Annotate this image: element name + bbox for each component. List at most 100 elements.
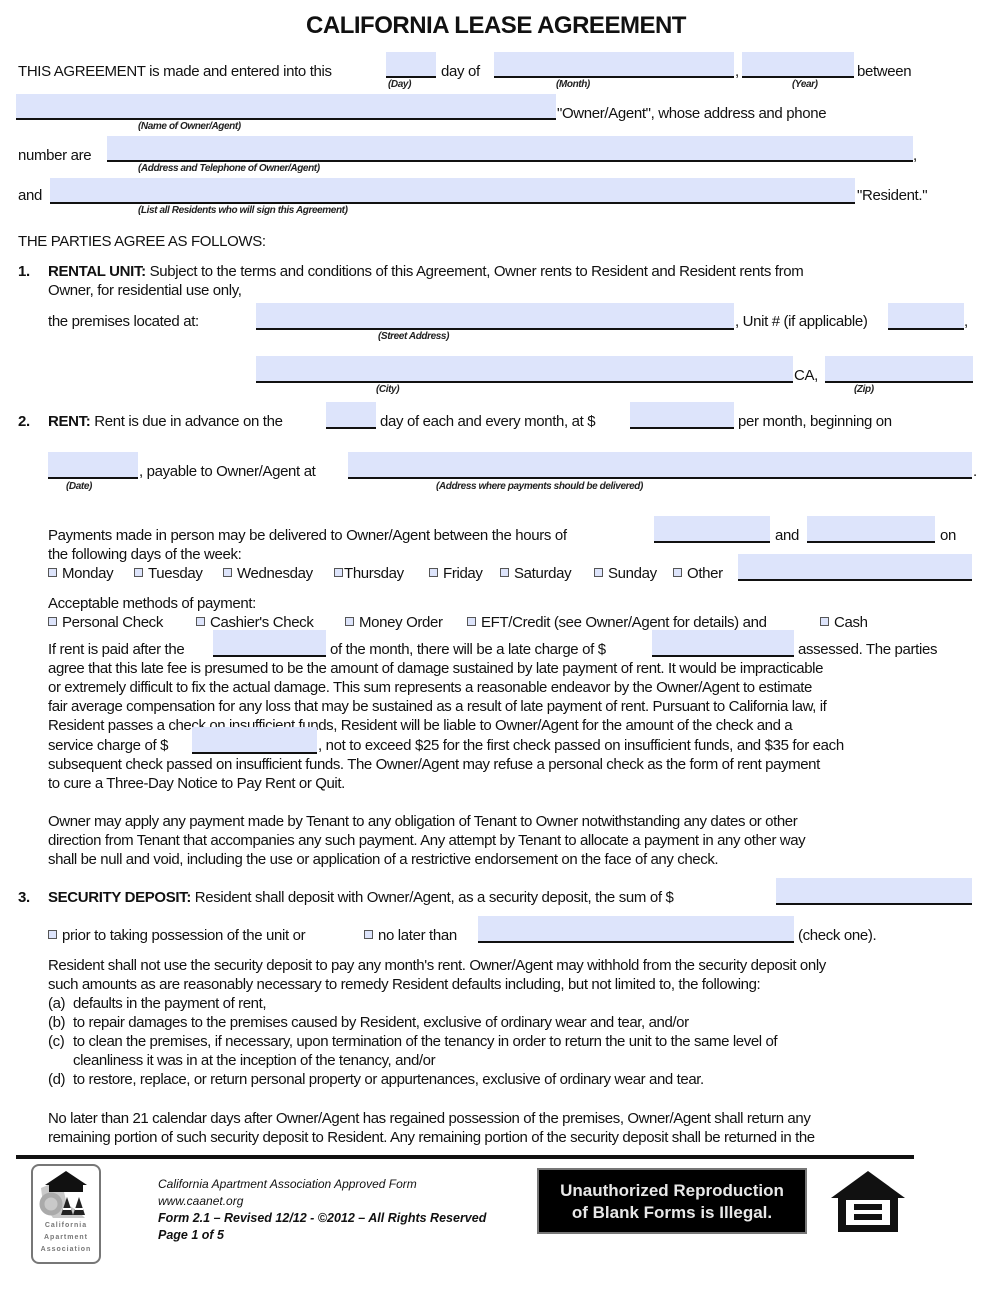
list-item-text: to clean the premises, if necessary, upo… — [73, 1033, 778, 1050]
checkbox-icon[interactable] — [48, 930, 57, 939]
other-days-field[interactable] — [738, 554, 972, 581]
zip-field[interactable] — [825, 356, 973, 383]
hours-text: Payments made in person may be delivered… — [48, 527, 567, 544]
checkbox-icon[interactable] — [48, 568, 57, 577]
period-text: . — [973, 463, 977, 480]
late-text: assessed. The parties — [798, 641, 938, 658]
field-caption: (Zip) — [854, 384, 874, 395]
list-item: (d) to restore, replace, or return person… — [48, 1070, 777, 1089]
field-caption: (List all Residents who will sign this A… — [138, 205, 348, 216]
intro-text: number are — [18, 147, 92, 164]
comma-text: , — [913, 147, 917, 164]
checkbox-wednesday[interactable]: Wednesday — [223, 564, 313, 583]
checkbox-money-order[interactable]: Money Order — [345, 613, 443, 632]
paragraph-line: or extremely difficult to fix the actual… — [48, 679, 812, 696]
month-field[interactable] — [494, 52, 734, 78]
paragraph-line: to cure a Three-Day Notice to Pay Rent o… — [48, 775, 345, 792]
checkbox-label: Saturday — [514, 565, 572, 582]
security-deposit-field[interactable] — [776, 878, 972, 905]
comma-text: , — [735, 63, 739, 80]
unit-number-field[interactable] — [888, 303, 964, 330]
section-2-line: , payable to Owner/Agent at — [139, 463, 316, 480]
parties-heading: THE PARTIES AGREE AS FOLLOWS: — [18, 233, 266, 250]
intro-text: "Owner/Agent", whose address and phone — [557, 105, 827, 122]
checkbox-label: no later than — [378, 927, 457, 944]
check-one-text: (check one). — [798, 927, 877, 944]
checkbox-label: Friday — [443, 565, 483, 582]
checkbox-icon[interactable] — [820, 617, 829, 626]
field-caption: (Day) — [388, 79, 412, 90]
section-heading: RENTAL UNIT: — [48, 263, 146, 280]
list-item-label: (a) — [48, 995, 66, 1012]
checkbox-friday[interactable]: Friday — [429, 564, 483, 583]
paragraph-line: Owner may apply any payment made by Tena… — [48, 813, 798, 830]
document-title: CALIFORNIA LEASE AGREEMENT — [306, 12, 686, 39]
state-label: CA, — [794, 367, 818, 384]
field-caption: (Street Address) — [378, 331, 450, 342]
paragraph-line: No later than 21 calendar days after Own… — [48, 1110, 811, 1127]
list-item-text: cleanliness it was in at the inception o… — [73, 1052, 436, 1069]
street-address-field[interactable] — [256, 303, 734, 330]
footer-divider — [16, 1155, 914, 1159]
hours-text: on — [940, 527, 956, 544]
checkbox-label: Tuesday — [148, 565, 203, 582]
checkbox-icon[interactable] — [48, 617, 57, 626]
deposit-date-field[interactable] — [478, 916, 794, 943]
late-fee-paragraph: agree that this late fee is presumed to … — [48, 659, 827, 735]
residents-field[interactable] — [50, 178, 855, 204]
caa-logo-icon: California Apartment Association — [31, 1164, 101, 1264]
owner-name-field[interactable] — [16, 94, 556, 120]
checkbox-icon[interactable] — [223, 568, 232, 577]
field-caption: (City) — [376, 384, 400, 395]
payment-address-field[interactable] — [348, 452, 972, 479]
city-field[interactable] — [256, 356, 793, 383]
service-text: , not to exceed $25 for the first check … — [318, 737, 844, 754]
checkbox-icon[interactable] — [134, 568, 143, 577]
hours-to-field[interactable] — [807, 516, 935, 543]
checkbox-icon[interactable] — [429, 568, 438, 577]
checkbox-icon[interactable] — [500, 568, 509, 577]
checkbox-icon[interactable] — [334, 568, 343, 577]
year-field[interactable] — [742, 52, 854, 78]
checkbox-cash[interactable]: Cash — [820, 613, 868, 632]
section-heading: RENT: — [48, 413, 91, 430]
owner-address-phone-field[interactable] — [107, 136, 913, 162]
rent-due-day-field[interactable] — [326, 402, 376, 429]
section-2-line: Rent is due in advance on the — [94, 413, 283, 430]
checkbox-label: prior to taking possession of the unit o… — [62, 927, 306, 944]
checkbox-tuesday[interactable]: Tuesday — [134, 564, 203, 583]
footer-line: www.caanet.org — [158, 1194, 244, 1208]
paragraph-line: such amounts as are reasonably necessary… — [48, 976, 761, 993]
checkbox-icon[interactable] — [196, 617, 205, 626]
checkbox-label: Personal Check — [62, 614, 163, 631]
checkbox-other[interactable]: Other — [673, 564, 723, 583]
checkbox-label: Other — [687, 565, 723, 582]
list-item: (a) defaults in the payment of rent, — [48, 994, 777, 1013]
service-charge-field[interactable] — [192, 727, 317, 754]
late-charge-field[interactable] — [652, 630, 794, 657]
checkbox-icon[interactable] — [673, 568, 682, 577]
checkbox-no-later-than[interactable]: no later than — [364, 926, 457, 945]
checkbox-sunday[interactable]: Sunday — [594, 564, 657, 583]
hours-from-field[interactable] — [654, 516, 770, 543]
rent-amount-field[interactable] — [630, 402, 734, 429]
checkbox-label: Wednesday — [237, 565, 313, 582]
field-caption: (Year) — [792, 79, 818, 90]
checkbox-icon[interactable] — [467, 617, 476, 626]
deposit-use-paragraph: Resident shall not use the security depo… — [48, 956, 826, 994]
checkbox-icon[interactable] — [364, 930, 373, 939]
checkbox-personal-check[interactable]: Personal Check — [48, 613, 163, 632]
checkbox-icon[interactable] — [345, 617, 354, 626]
paragraph-line: Resident passes a check on insufficient … — [48, 717, 793, 734]
day-field[interactable] — [386, 52, 436, 78]
checkbox-prior-possession[interactable]: prior to taking possession of the unit o… — [48, 926, 306, 945]
start-date-field[interactable] — [48, 452, 138, 479]
paragraph-line: direction from Tenant that accompanies a… — [48, 832, 806, 849]
deposit-return-paragraph: No later than 21 calendar days after Own… — [48, 1109, 815, 1147]
checkbox-saturday[interactable]: Saturday — [500, 564, 572, 583]
checkbox-monday[interactable]: Monday — [48, 564, 114, 583]
late-day-field[interactable] — [213, 630, 326, 657]
paragraph-line: subsequent check passed on insufficient … — [48, 756, 820, 773]
checkbox-icon[interactable] — [594, 568, 603, 577]
checkbox-thursday[interactable]: Thursday — [334, 564, 404, 583]
